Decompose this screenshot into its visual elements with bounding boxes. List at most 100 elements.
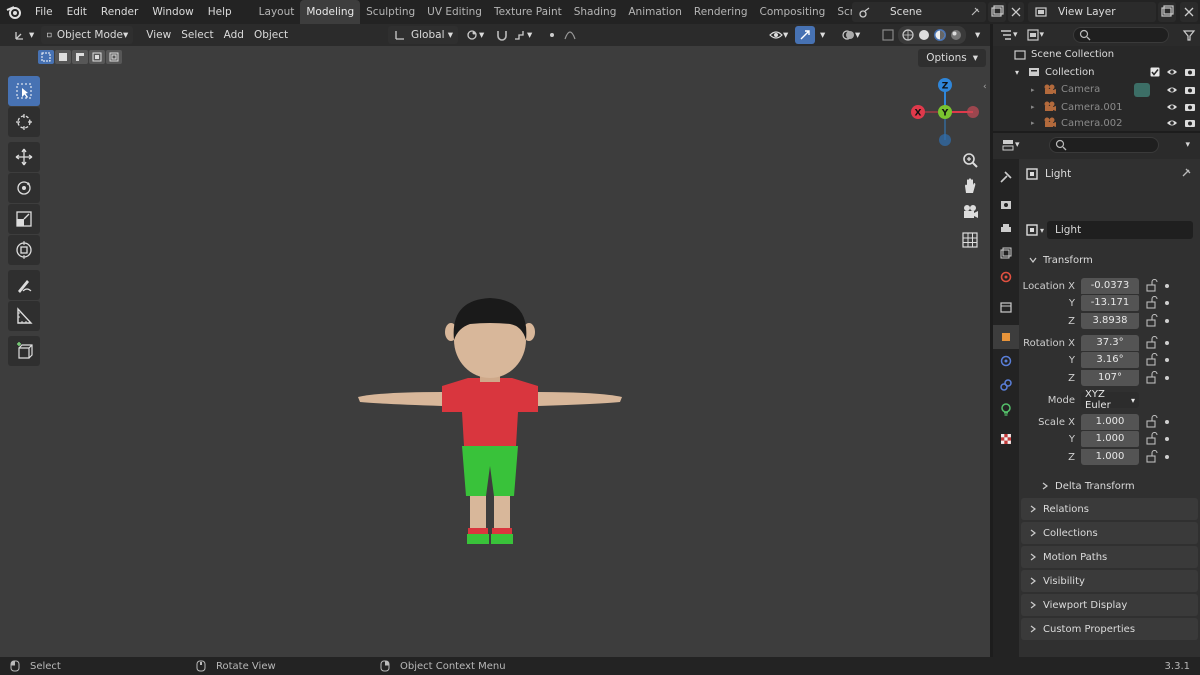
tab-view-layer[interactable]	[993, 241, 1019, 265]
tab-tool[interactable]	[993, 165, 1019, 189]
eye-icon[interactable]	[1166, 67, 1178, 77]
tab-rendering[interactable]: Rendering	[688, 0, 754, 24]
properties-search-input[interactable]	[1049, 137, 1159, 153]
remove-scene-icon[interactable]	[1008, 2, 1024, 22]
wireframe-shading-icon[interactable]	[901, 28, 915, 42]
character-model[interactable]	[350, 296, 630, 556]
tab-output[interactable]	[993, 217, 1019, 241]
outliner-item-camera-001[interactable]: ▸ Camera.001	[993, 99, 1200, 117]
viewport-display-panel-header[interactable]: Viewport Display	[1021, 594, 1198, 616]
properties-options-icon[interactable]: ▾	[1185, 140, 1190, 150]
eye-icon[interactable]	[1166, 85, 1178, 95]
options-dropdown[interactable]: Options ▾	[918, 49, 986, 67]
location-x-field[interactable]: -0.0373	[1081, 278, 1139, 294]
tab-modeling[interactable]: Modeling	[300, 0, 361, 24]
lock-icon[interactable]	[1145, 415, 1159, 429]
select-box-tool[interactable]	[8, 76, 40, 106]
expand-arrow-icon[interactable]: ▸	[1031, 119, 1043, 127]
tab-texture[interactable]	[993, 427, 1019, 451]
outliner-scene-collection[interactable]: Scene Collection	[993, 46, 1200, 64]
transform-panel-header[interactable]: Transform	[1021, 249, 1198, 271]
outliner-collection[interactable]: ▾ Collection	[993, 64, 1200, 82]
rotation-y-field[interactable]: 3.16°	[1081, 352, 1139, 368]
tab-compositing[interactable]: Compositing	[754, 0, 832, 24]
keyframe-dot-icon[interactable]	[1165, 301, 1169, 305]
object-type-dropdown[interactable]: ▾	[1025, 223, 1044, 237]
add-cube-tool[interactable]	[8, 336, 40, 366]
keyframe-dot-icon[interactable]	[1165, 319, 1169, 323]
location-y-field[interactable]: -13.171	[1081, 295, 1139, 311]
rotation-z-field[interactable]: 107°	[1081, 370, 1139, 386]
display-mode-icon[interactable]	[1026, 28, 1040, 42]
keyframe-dot-icon[interactable]	[1165, 455, 1169, 459]
tab-texture-paint[interactable]: Texture Paint	[488, 0, 568, 24]
relations-panel-header[interactable]: Relations	[1021, 498, 1198, 520]
menu-render[interactable]: Render	[94, 0, 145, 24]
select-new-icon[interactable]	[38, 50, 54, 64]
outliner-item-camera[interactable]: ▸ Camera	[993, 81, 1200, 99]
xray-toggle[interactable]	[876, 26, 900, 44]
render-camera-icon[interactable]	[1184, 118, 1196, 128]
tab-constraints[interactable]	[993, 373, 1019, 397]
menu-view[interactable]: View	[141, 26, 176, 44]
rotation-x-field[interactable]: 37.3°	[1081, 335, 1139, 351]
editor-type-button[interactable]: ▾	[8, 26, 39, 44]
location-z-field[interactable]: 3.8938	[1081, 313, 1139, 329]
keyframe-dot-icon[interactable]	[1165, 376, 1169, 380]
material-shading-icon[interactable]	[933, 28, 947, 42]
keyframe-dot-icon[interactable]	[1165, 341, 1169, 345]
select-intersect-icon[interactable]	[106, 50, 122, 64]
annotate-tool[interactable]	[8, 270, 40, 300]
checkbox-icon[interactable]	[1150, 67, 1160, 77]
mode-dropdown[interactable]: Object Mode ▾	[41, 26, 134, 44]
menu-help[interactable]: Help	[201, 0, 239, 24]
new-view-layer-icon[interactable]	[1158, 2, 1176, 22]
lock-icon[interactable]	[1145, 279, 1159, 293]
tab-layout[interactable]: Layout	[253, 0, 301, 24]
move-tool[interactable]	[8, 142, 40, 172]
render-camera-icon[interactable]	[1184, 102, 1196, 112]
motion-paths-panel-header[interactable]: Motion Paths	[1021, 546, 1198, 568]
pin-icon[interactable]	[968, 5, 982, 19]
view-layer-selector[interactable]: View Layer	[1028, 2, 1156, 22]
scale-tool[interactable]	[8, 204, 40, 234]
menu-object[interactable]: Object	[249, 26, 293, 44]
gizmo-neg-x-axis[interactable]	[967, 106, 979, 118]
eye-icon[interactable]	[1166, 102, 1178, 112]
keyframe-dot-icon[interactable]	[1165, 358, 1169, 362]
collections-panel-header[interactable]: Collections	[1021, 522, 1198, 544]
tab-world[interactable]	[993, 295, 1019, 319]
menu-file[interactable]: File	[28, 0, 60, 24]
scale-y-field[interactable]: 1.000	[1081, 431, 1139, 447]
rotate-tool[interactable]	[8, 173, 40, 203]
pivot-point-button[interactable]: ▾	[460, 26, 489, 44]
overlays-button[interactable]: ▾	[836, 26, 865, 44]
tab-shading[interactable]: Shading	[568, 0, 623, 24]
properties-editor-icon[interactable]	[1001, 138, 1015, 152]
lock-icon[interactable]	[1145, 353, 1159, 367]
lock-icon[interactable]	[1145, 336, 1159, 350]
tab-uv-editing[interactable]: UV Editing	[421, 0, 488, 24]
rendered-shading-icon[interactable]	[949, 28, 963, 42]
lock-icon[interactable]	[1145, 371, 1159, 385]
tab-render[interactable]	[993, 193, 1019, 217]
menu-add[interactable]: Add	[219, 26, 249, 44]
orientation-dropdown[interactable]: Global ▾	[388, 26, 458, 44]
visibility-button[interactable]: ▾	[764, 26, 793, 44]
gizmo-dropdown[interactable]: ▾	[815, 26, 830, 44]
scale-z-field[interactable]: 1.000	[1081, 449, 1139, 465]
gizmo-neg-z-axis[interactable]	[939, 134, 951, 146]
menu-edit[interactable]: Edit	[60, 0, 94, 24]
tab-object[interactable]	[993, 325, 1019, 349]
tab-sculpting[interactable]: Sculpting	[360, 0, 421, 24]
lock-icon[interactable]	[1145, 432, 1159, 446]
tab-scene[interactable]	[993, 265, 1019, 289]
tab-physics[interactable]	[993, 349, 1019, 373]
outliner-editor-icon[interactable]	[999, 28, 1013, 42]
scene-selector[interactable]: Scene	[852, 2, 986, 22]
expand-arrow-icon[interactable]: ▾	[1015, 68, 1027, 77]
pin-icon[interactable]	[1180, 167, 1192, 179]
gizmo-toggle[interactable]	[795, 26, 815, 44]
zoom-view-button[interactable]	[958, 148, 982, 172]
lock-icon[interactable]	[1145, 450, 1159, 464]
